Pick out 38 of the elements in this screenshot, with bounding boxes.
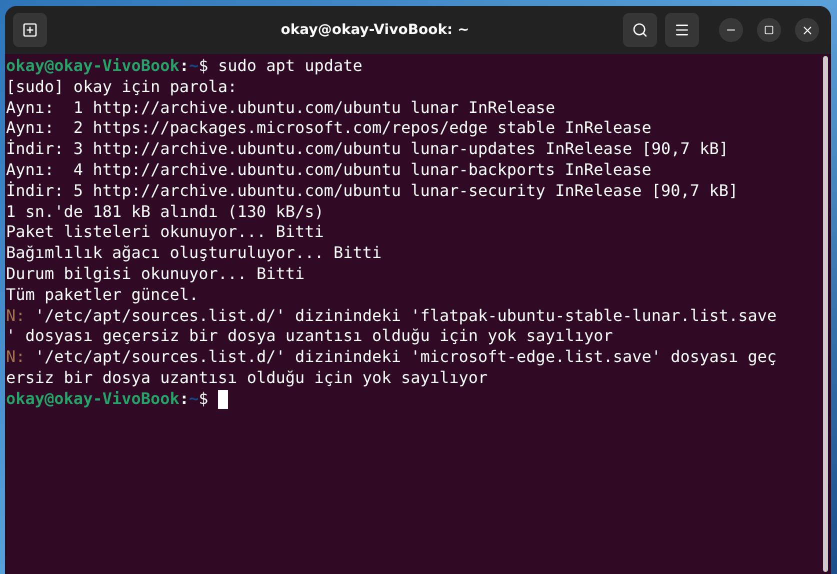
search-icon [632, 22, 648, 38]
prompt-user: okay@okay-VivoBook [6, 56, 180, 77]
output-line: ' dosyası geçersiz bir dosya uzantısı olduğu için yok sayılıyor [6, 326, 613, 348]
output-line: Durum bilgisi okunuyor... Bitti [6, 264, 305, 285]
new-tab-button[interactable] [13, 13, 47, 47]
output-line: Aynı: 1 http://archive.ubuntu.com/ubuntu lunar InRelease [6, 98, 556, 118]
window-title: okay@okay-VivoBook: ~ [280, 20, 470, 40]
prompt-separator: : [179, 388, 190, 410]
output-line: Aynı: 4 http://archive.ubuntu.com/ubuntu lunar-backports InRelease [6, 160, 652, 181]
maximize-button[interactable] [757, 18, 781, 42]
output-line: '/etc/apt/sources.list.d/' dizinindeki 'flatpak-ubuntu-stable-lunar.list.save [34, 306, 777, 326]
close-icon [800, 24, 814, 36]
output-line: 1 sn.'de 181 kB alındı (130 kB/s) [6, 202, 324, 222]
output-line: Bağımlılık ağacı oluşturuluyor... Bitti [6, 243, 382, 264]
output-line: İndir: 3 http://archive.ubuntu.com/ubuntu lunar-updates InRelease [90,7 kB] [6, 139, 728, 160]
search-button[interactable] [623, 13, 657, 47]
maximize-icon [764, 25, 774, 35]
menu-button[interactable] [665, 13, 699, 47]
prompt-path: ~ [189, 56, 199, 77]
prompt-symbol: $ [198, 56, 208, 77]
notice-prefix: N: [6, 347, 26, 368]
notice-prefix: N: [6, 306, 26, 326]
menu-icon [674, 22, 690, 38]
prompt-separator: : [179, 56, 190, 77]
output-line: '/etc/apt/sources.list.d/' dizinindeki 'microsoft-edge.list.save' dosyası geç [34, 347, 777, 368]
command-text: sudo apt update [216, 56, 362, 77]
output-line: Aynı: 2 https://packages.microsoft.com/repos/edge stable InRelease [6, 118, 652, 139]
prompt-user: okay@okay-VivoBook [6, 388, 180, 410]
output-line: [sudo] okay için parola: [6, 76, 238, 98]
output-line: ersiz bir dosya uzantısı olduğu için yok sayılıyor [6, 368, 488, 389]
prompt-symbol: $ [198, 388, 208, 410]
close-button[interactable] [795, 18, 819, 42]
output-line: İndir: 5 http://archive.ubuntu.com/ubuntu lunar-security InRelease [90,7 kB] [6, 180, 738, 202]
plus-box-icon [22, 22, 38, 38]
output-line: Paket listeleri okunuyor... Bitti [6, 222, 324, 244]
output-line: Tüm paketler güncel. [6, 284, 199, 306]
scrollbar-thumb[interactable] [823, 56, 828, 572]
prompt-path: ~ [189, 388, 199, 410]
